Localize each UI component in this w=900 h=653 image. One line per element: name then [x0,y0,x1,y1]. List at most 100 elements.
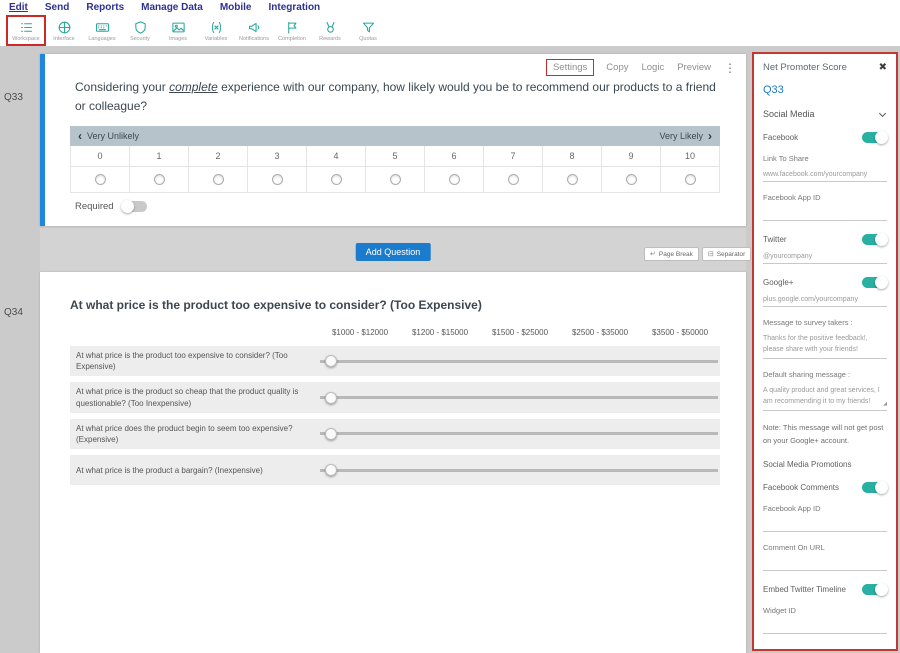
settings-button[interactable]: Settings [547,60,593,75]
nps-radio-cell [307,167,366,193]
panel-text-input[interactable]: plus.google.com/yourcompany [763,294,887,307]
toolbar-item-interface[interactable]: Interface [45,16,83,45]
toggle-switch[interactable] [862,132,887,143]
toolbar-item-rewards[interactable]: Rewards [311,16,349,45]
preview-button[interactable]: Preview [677,62,711,73]
chevron-left-icon[interactable]: ‹ [78,129,82,143]
nps-scale-value: 6 [425,146,484,167]
panel-title: Net Promoter Score [763,62,847,73]
interface-icon [57,20,72,35]
q34-gutter-tag: Q34 [4,307,23,318]
toggle-switch[interactable] [862,277,887,288]
toolbar-item-notifications[interactable]: Notifications [235,16,273,45]
q34-row-label: At what price is the product so cheap th… [70,382,320,412]
nps-radio-cell [425,167,484,193]
radio-button[interactable] [508,174,519,185]
q34-column-headers: $1000 - $12000$1200 - $15000$1500 - $250… [320,328,720,337]
slider-handle[interactable] [325,464,337,476]
radio-button[interactable] [567,174,578,185]
toolbar-item-workspace[interactable]: Workspace [7,16,45,45]
q34-row-label: At what price is the product a bargain? … [70,461,320,480]
panel-textarea[interactable]: Thanks for the positive feedback!, pleas… [763,332,887,359]
q34-slider [320,346,718,376]
panel-text-input[interactable] [763,211,887,221]
menu-item-edit[interactable]: Edit [9,2,28,13]
page-break-button[interactable]: ↵ Page Break [644,247,699,261]
panel-text-input[interactable] [763,624,887,634]
toolbar-item-images[interactable]: Images [159,16,197,45]
close-icon[interactable]: ✖ [879,62,887,73]
logic-button[interactable]: Logic [641,62,664,73]
slider-track [320,469,718,472]
toolbar-item-variables[interactable]: Variables [197,16,235,45]
toolbar-item-security[interactable]: Security [121,16,159,45]
settings-panel: Net Promoter Score ✖ Q33 Social Media Fa… [752,52,898,651]
nps-radio-cell [366,167,425,193]
images-icon [171,20,186,35]
chevron-right-icon[interactable]: › [708,129,712,143]
radio-button[interactable] [390,174,401,185]
nps-scale-value: 4 [307,146,366,167]
panel-fields: FacebookLink To Sharewww.facebook.com/yo… [763,132,887,634]
radio-button[interactable] [626,174,637,185]
panel-section-label: Social Media Promotions [763,460,887,469]
toolbar-item-label: Rewards [319,36,341,42]
radio-button[interactable] [331,174,342,185]
nps-left-anchor[interactable]: ‹ Very Unlikely [78,129,139,143]
nps-scale-value: 3 [248,146,307,167]
toggle-knob [875,131,888,144]
nps-right-anchor[interactable]: Very Likely › [659,129,712,143]
panel-text-input[interactable]: @yourcompany [763,251,887,264]
chevron-down-icon [879,109,886,116]
toggle-switch[interactable] [862,234,887,245]
radio-button[interactable] [213,174,224,185]
required-toggle[interactable] [122,201,147,212]
more-options-icon[interactable]: ⋮ [724,61,736,75]
social-media-dropdown[interactable]: Social Media [763,109,887,119]
radio-button[interactable] [95,174,106,185]
slider-track [320,360,718,363]
nps-scale: ‹ Very Unlikely Very Likely › 0123456789… [70,126,720,193]
radio-button[interactable] [449,174,460,185]
toggle-switch[interactable] [862,584,887,595]
panel-text-input[interactable]: www.facebook.com/yourcompany [763,169,887,182]
toggle-knob [875,276,888,289]
radio-button[interactable] [685,174,696,185]
menu-item-mobile[interactable]: Mobile [220,2,252,13]
insert-chip-group: ↵ Page Break ⊟ Separator [644,247,751,261]
panel-toggle-label: Embed Twitter Timeline [763,585,846,594]
panel-text-input[interactable] [763,522,887,532]
menu-item-integration[interactable]: Integration [269,2,321,13]
q34-column-header: $1500 - $25000 [480,328,560,337]
copy-button[interactable]: Copy [606,62,628,73]
panel-toggle-label: Facebook [763,133,798,142]
add-question-button[interactable]: Add Question [356,243,431,261]
slider-handle[interactable] [325,392,337,404]
menu-item-send[interactable]: Send [45,2,69,13]
survey-canvas: Q33 Q34 Settings Copy Logic Preview ⋮ Co… [0,46,753,653]
required-label: Required [75,201,114,212]
menu-item-manage-data[interactable]: Manage Data [141,2,203,13]
radio-button[interactable] [272,174,283,185]
slider-handle[interactable] [325,428,337,440]
toolbar-item-languages[interactable]: Languages [83,16,121,45]
q33-text-before: Considering your [75,80,169,94]
q34-column-header: $1000 - $12000 [320,328,400,337]
toolbar-item-completion[interactable]: Completion [273,16,311,45]
toolbar-item-quotas[interactable]: Quotas [349,16,387,45]
menu-item-reports[interactable]: Reports [86,2,124,13]
toolbar-item-label: Completion [278,36,306,42]
nps-radio-cell [71,167,130,193]
completion-icon [285,20,300,35]
q34-row-label: At what price is the product too expensi… [70,346,320,376]
radio-button[interactable] [154,174,165,185]
panel-text-input[interactable] [763,561,887,571]
panel-toggle-facebook: Facebook [763,132,887,143]
slider-handle[interactable] [325,355,337,367]
panel-textarea[interactable]: A quality product and great services, I … [763,384,887,411]
toggle-knob [875,583,888,596]
separator-button[interactable]: ⊟ Separator [702,247,751,261]
variables-icon [209,20,224,35]
panel-field-label: Widget ID [763,606,887,615]
toggle-switch[interactable] [862,482,887,493]
